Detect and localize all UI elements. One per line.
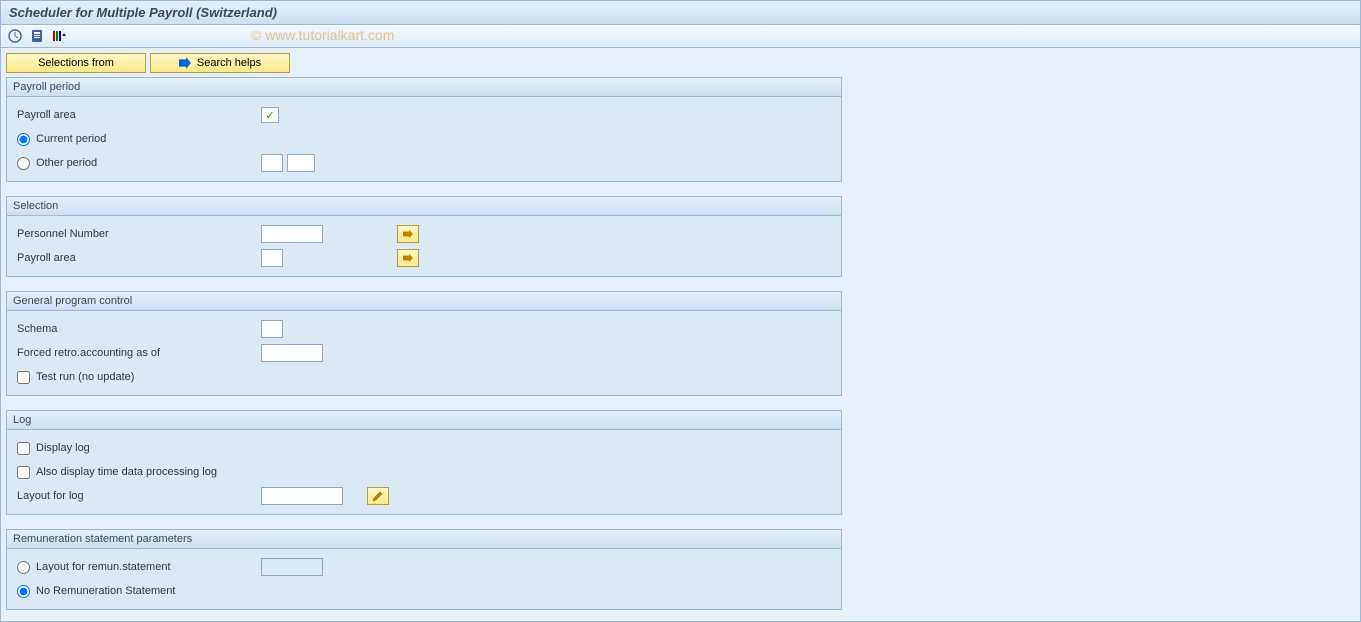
button-label: Search helps	[197, 57, 261, 69]
arrow-right-icon	[403, 254, 413, 262]
radio-label-text: Other period	[36, 157, 97, 169]
content-area: Selections from Search helps Payroll per…	[0, 48, 1361, 622]
radio-label-text: Layout for remun.statement	[36, 561, 171, 573]
layout-remun-input	[261, 558, 323, 576]
display-log-checkbox-input[interactable]	[17, 442, 30, 455]
other-period-radio[interactable]: Other period	[17, 157, 257, 170]
remuneration-panel: Remuneration statement parameters Layout…	[6, 529, 842, 610]
forced-retro-label: Forced retro.accounting as of	[17, 347, 257, 359]
personnel-number-input[interactable]	[261, 225, 323, 243]
arrow-right-icon	[403, 230, 413, 238]
general-program-control-panel: General program control Schema Forced re…	[6, 291, 842, 396]
layout-for-log-input[interactable]	[261, 487, 343, 505]
display-log-checkbox[interactable]: Display log	[17, 442, 90, 455]
layout-remun-radio-input[interactable]	[17, 561, 30, 574]
payroll-area-label: Payroll area	[17, 109, 257, 121]
selection-panel: Selection Personnel Number Payroll area	[6, 196, 842, 277]
selections-from-button[interactable]: Selections from	[6, 53, 146, 73]
checkbox-label-text: Also display time data processing log	[36, 466, 217, 478]
other-period-input-1[interactable]	[261, 154, 283, 172]
also-display-checkbox-input[interactable]	[17, 466, 30, 479]
checkbox-label-text: Display log	[36, 442, 90, 454]
button-label: Selections from	[38, 57, 114, 69]
layout-edit-button[interactable]	[367, 487, 389, 505]
personnel-number-label: Personnel Number	[17, 228, 257, 240]
panel-header: Selection	[7, 197, 841, 216]
arrow-right-icon	[179, 57, 191, 69]
pencil-icon	[372, 490, 384, 502]
panel-header: Payroll period	[7, 78, 841, 97]
toolbar: © www.tutorialkart.com	[0, 25, 1361, 48]
test-run-checkbox-input[interactable]	[17, 371, 30, 384]
info-icon[interactable]	[29, 28, 45, 44]
watermark: © www.tutorialkart.com	[251, 27, 394, 43]
execute-icon[interactable]	[7, 28, 23, 44]
radio-label-text: Current period	[36, 133, 106, 145]
schema-input[interactable]	[261, 320, 283, 338]
payroll-period-panel: Payroll period Payroll area ✓ Current pe…	[6, 77, 842, 182]
also-display-checkbox[interactable]: Also display time data processing log	[17, 466, 217, 479]
panel-header: Log	[7, 411, 841, 430]
schema-label: Schema	[17, 323, 257, 335]
current-period-radio-input[interactable]	[17, 133, 30, 146]
test-run-checkbox[interactable]: Test run (no update)	[17, 371, 134, 384]
radio-label-text: No Remuneration Statement	[36, 585, 175, 597]
no-remun-radio[interactable]: No Remuneration Statement	[17, 585, 175, 598]
payroll-area-sel-label: Payroll area	[17, 252, 257, 264]
personnel-number-multiselect-button[interactable]	[397, 225, 419, 243]
search-helps-button[interactable]: Search helps	[150, 53, 290, 73]
payroll-area-sel-input[interactable]	[261, 249, 283, 267]
other-period-radio-input[interactable]	[17, 157, 30, 170]
layout-for-log-label: Layout for log	[17, 490, 257, 502]
button-row: Selections from Search helps	[6, 53, 1355, 73]
panel-header: General program control	[7, 292, 841, 311]
layout-remun-radio[interactable]: Layout for remun.statement	[17, 561, 257, 574]
panel-header: Remuneration statement parameters	[7, 530, 841, 549]
forced-retro-input[interactable]	[261, 344, 323, 362]
payroll-area-flag[interactable]: ✓	[261, 107, 279, 123]
current-period-radio[interactable]: Current period	[17, 133, 106, 146]
checkbox-label-text: Test run (no update)	[36, 371, 134, 383]
other-period-input-2[interactable]	[287, 154, 315, 172]
page-title: Scheduler for Multiple Payroll (Switzerl…	[0, 0, 1361, 25]
no-remun-radio-input[interactable]	[17, 585, 30, 598]
log-panel: Log Display log Also display time data p…	[6, 410, 842, 515]
payroll-area-multiselect-button[interactable]	[397, 249, 419, 267]
variant-icon[interactable]	[51, 28, 67, 44]
